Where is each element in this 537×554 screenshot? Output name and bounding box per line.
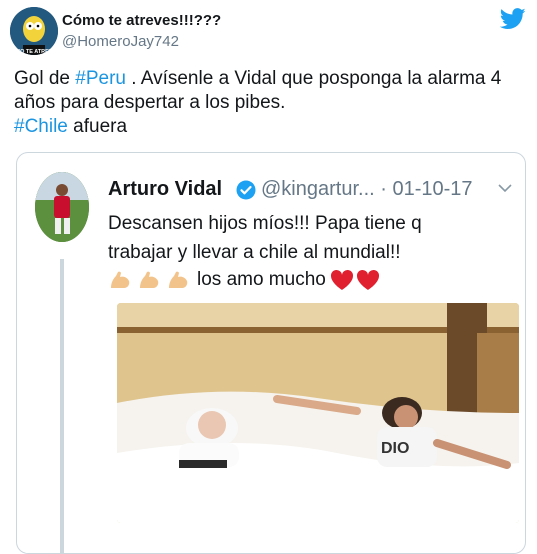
flexed-biceps-icon	[169, 271, 188, 288]
hashtag-peru[interactable]: #Peru	[75, 68, 126, 89]
author-avatar[interactable]: MO TE ATREV	[10, 7, 58, 55]
avatar-caption: MO TE ATREV	[16, 49, 53, 55]
quoted-line-3: los amo mucho	[197, 269, 326, 290]
tweet-text-part3: afuera	[67, 116, 128, 137]
tweet-text-part1: Gol de	[14, 68, 76, 89]
red-heart-icon	[330, 269, 353, 290]
author-handle[interactable]: @HomeroJay742	[62, 33, 179, 50]
verified-badge-icon	[236, 180, 256, 200]
flexed-biceps-icon	[111, 271, 130, 288]
flexed-biceps-icon	[140, 271, 159, 288]
photo-shirt-text: DIO	[381, 440, 409, 457]
quoted-tweet-screenshot: Arturo Vidal @kingartur... · 01-10-17 De…	[25, 163, 519, 553]
quoted-emoji-line: los amo mucho	[108, 266, 380, 294]
chevron-down-icon	[498, 184, 512, 193]
quoted-handle-date: @kingartur... · 01-10-17	[261, 178, 473, 200]
tweet-text: Gol de #Peru . Avísenle a Vidal que posp…	[14, 67, 526, 139]
quoted-author-avatar	[35, 172, 89, 242]
red-heart-icon	[356, 269, 379, 290]
quoted-photo: DIO	[117, 303, 519, 523]
tweet-media-card[interactable]: Arturo Vidal @kingartur... · 01-10-17 De…	[16, 152, 526, 554]
quoted-line-2: trabajar y llevar a chile al mundial!!	[108, 242, 401, 263]
author-display-name[interactable]: Cómo te atreves!!!???	[62, 12, 221, 29]
thread-line	[60, 259, 64, 553]
quoted-line-1: Descansen hijos míos!!! Papa tiene q	[108, 213, 422, 234]
quoted-text: Descansen hijos míos!!! Papa tiene q tra…	[108, 209, 508, 267]
hashtag-chile[interactable]: #Chile	[14, 116, 68, 137]
twitter-bird-icon[interactable]	[500, 8, 526, 30]
quoted-display-name: Arturo Vidal	[108, 178, 223, 200]
